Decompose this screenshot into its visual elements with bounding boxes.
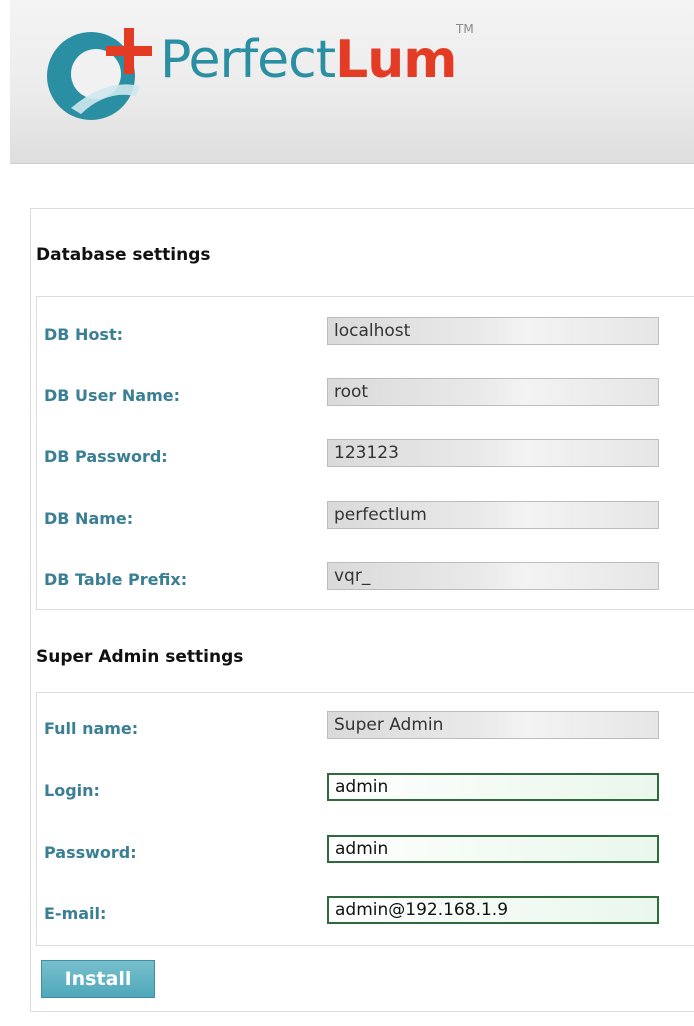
db-name-row: DB Name: [37, 501, 694, 541]
login-row: Login: [37, 773, 694, 813]
trademark-mark: TM [456, 22, 474, 36]
db-host-row: DB Host: [37, 317, 694, 357]
db-password-label: DB Password: [44, 447, 168, 466]
logo-text: PerfectLum [160, 34, 458, 86]
db-password-input[interactable] [327, 439, 659, 467]
password-row: Password: [37, 835, 694, 875]
db-prefix-row: DB Table Prefix: [37, 562, 694, 602]
password-input[interactable] [327, 835, 659, 863]
db-user-row: DB User Name: [37, 378, 694, 418]
db-prefix-input[interactable] [327, 562, 659, 590]
db-host-label: DB Host: [44, 325, 123, 344]
db-prefix-label: DB Table Prefix: [44, 570, 188, 589]
db-password-row: DB Password: [37, 439, 694, 479]
db-user-label: DB User Name: [44, 386, 180, 405]
database-settings-title: Database settings [36, 245, 211, 265]
admin-fieldset: Full name: Login: Password: E-mail: [36, 692, 694, 946]
super-admin-settings-title: Super Admin settings [36, 647, 244, 667]
password-label: Password: [44, 843, 137, 862]
db-name-label: DB Name: [44, 509, 134, 528]
db-name-input[interactable] [327, 501, 659, 529]
logo-text-lum: Lum [335, 30, 457, 90]
header: PerfectLum TM [10, 0, 694, 164]
full-name-label: Full name: [44, 719, 139, 738]
db-host-input[interactable] [327, 317, 659, 345]
email-row: E-mail: [37, 896, 694, 936]
email-input[interactable] [327, 896, 659, 924]
full-name-input[interactable] [327, 711, 659, 739]
login-label: Login: [44, 781, 100, 800]
full-name-row: Full name: [37, 711, 694, 751]
database-fieldset: DB Host: DB User Name: DB Password: DB N… [36, 296, 694, 610]
install-button[interactable]: Install [41, 960, 155, 998]
db-user-input[interactable] [327, 378, 659, 406]
email-label: E-mail: [44, 904, 107, 923]
logo-text-perfect: Perfect [160, 30, 336, 90]
login-input[interactable] [327, 773, 659, 801]
